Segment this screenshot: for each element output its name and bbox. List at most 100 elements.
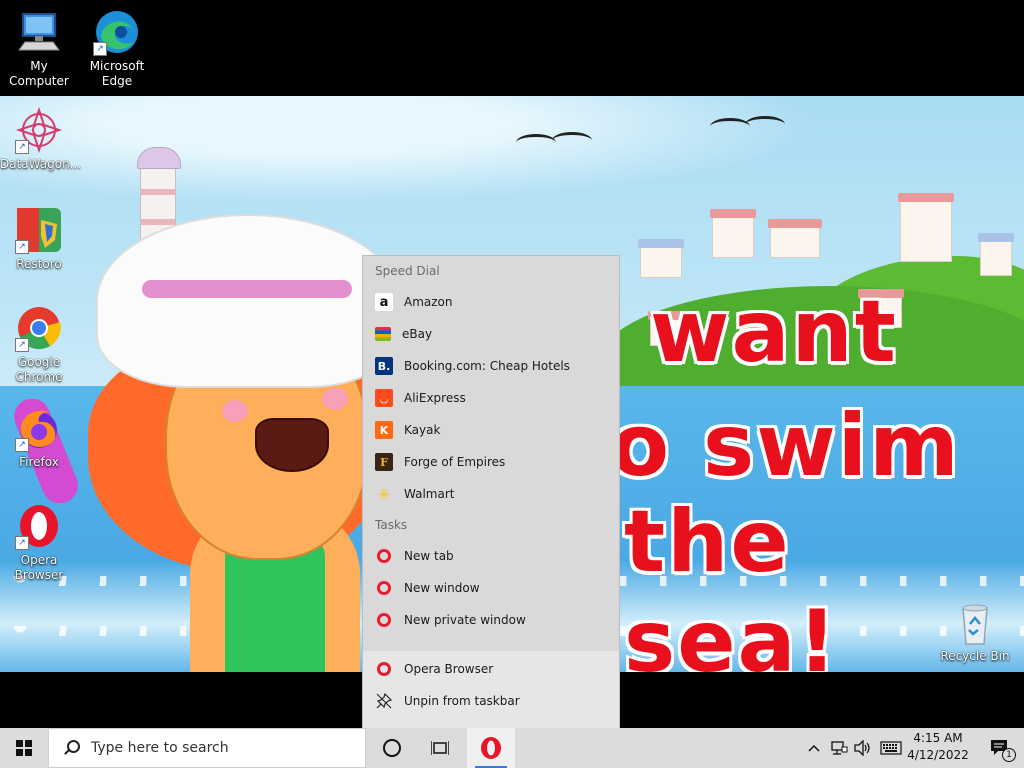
bird	[552, 132, 592, 149]
recycle-bin-icon	[951, 604, 999, 646]
desktop-icon-label: Recycle Bin	[940, 649, 1010, 663]
unpin-icon	[375, 692, 393, 710]
opera-icon	[481, 737, 501, 759]
speaker-icon	[854, 740, 870, 756]
bird	[710, 118, 750, 135]
taskbar-search-box[interactable]	[48, 728, 366, 768]
desktop-icon-firefox[interactable]: ↗ Firefox	[0, 404, 78, 470]
house	[978, 233, 1014, 276]
shortcut-arrow-icon: ↗	[93, 42, 107, 56]
desktop-icon-label: Restoro	[16, 257, 62, 271]
jumplist-task-new-private-window[interactable]: New private window	[363, 604, 619, 636]
show-hidden-icons-button[interactable]	[804, 728, 824, 768]
restoro-icon: ↗	[15, 206, 63, 254]
jumplist-item-booking[interactable]: B. Booking.com: Cheap Hotels	[363, 350, 619, 382]
network-button[interactable]	[828, 728, 850, 768]
jumplist-item-kayak[interactable]: K Kayak	[363, 414, 619, 446]
girl-cheek	[322, 388, 348, 410]
wallpaper-text-line1: want	[650, 282, 898, 382]
aliexpress-icon: ◡	[375, 389, 393, 407]
clock-date: 4/12/2022	[907, 748, 969, 762]
clock-time: 4:15 AM	[913, 731, 963, 745]
forge-of-empires-icon: F	[375, 453, 393, 471]
jumplist-item-label: Unpin from taskbar	[404, 694, 520, 708]
house	[710, 209, 756, 258]
desktop-icon-label: Opera Browser	[14, 553, 64, 582]
walmart-icon: ✳	[377, 484, 391, 504]
jumplist-task-new-tab[interactable]: New tab	[363, 540, 619, 572]
search-icon	[63, 740, 80, 756]
jumplist-item-amazon[interactable]: a Amazon	[363, 286, 619, 318]
shortcut-arrow-icon: ↗	[15, 240, 29, 254]
jumplist-item-forge-of-empires[interactable]: F Forge of Empires	[363, 446, 619, 478]
shortcut-arrow-icon: ↗	[15, 536, 29, 550]
jumplist-item-label: eBay	[402, 327, 433, 341]
shortcut-arrow-icon: ↗	[15, 438, 29, 452]
jumplist-item-label: New window	[404, 581, 480, 595]
monitor-icon	[15, 8, 63, 56]
action-center-button[interactable]: 1	[980, 728, 1020, 768]
notification-badge: 1	[1002, 748, 1016, 762]
chevron-up-icon	[808, 744, 820, 752]
jumplist-item-ebay[interactable]: eBay	[363, 318, 619, 350]
ebay-icon	[375, 327, 391, 341]
desktop-icon-restoro[interactable]: ↗ Restoro	[0, 206, 78, 272]
jumplist-app-section: Opera Browser Unpin from taskbar	[363, 651, 619, 729]
start-button[interactable]	[0, 728, 48, 768]
desktop-icon-recycle-bin[interactable]: Recycle Bin	[936, 604, 1014, 664]
windows-logo-icon	[16, 740, 32, 756]
speed-dial-header: Speed Dial	[375, 264, 440, 278]
opera-icon	[375, 611, 393, 629]
cortana-icon	[383, 739, 401, 757]
wallpaper-text-line2: o swim	[610, 396, 961, 496]
jumplist-item-label: AliExpress	[404, 391, 466, 405]
shortcut-arrow-icon: ↗	[15, 140, 29, 154]
house	[768, 219, 822, 258]
house	[898, 193, 954, 262]
booking-icon: B.	[375, 357, 393, 375]
girl-mouth	[255, 418, 329, 472]
network-icon	[831, 741, 848, 755]
jumplist-open-opera[interactable]: Opera Browser	[363, 653, 619, 685]
jumplist-task-new-window[interactable]: New window	[363, 572, 619, 604]
jumplist-item-label: Walmart	[404, 487, 455, 501]
task-view-icon	[431, 741, 449, 755]
jumplist-item-label: New private window	[404, 613, 526, 627]
desktop-icon-microsoft-edge[interactable]: ↗ Microsoft Edge	[78, 8, 156, 89]
bird	[516, 134, 556, 151]
desktop-icon-label: Microsoft Edge	[89, 59, 145, 88]
girl-hat-band	[142, 280, 352, 298]
desktop-icon-datawagon[interactable]: ↗ DataWagon...	[0, 106, 82, 172]
taskbar: 4:15 AM 4/12/2022 1	[0, 728, 1024, 768]
task-view-button[interactable]	[416, 728, 464, 768]
edge-icon: ↗	[93, 8, 141, 56]
jumplist-item-label: Forge of Empires	[404, 455, 506, 469]
jumplist-unpin-from-taskbar[interactable]: Unpin from taskbar	[363, 685, 619, 717]
desktop-icon-label: Google Chrome	[15, 355, 63, 384]
desktop-icon-label: DataWagon...	[0, 157, 82, 171]
taskbar-opera-button[interactable]	[467, 728, 515, 768]
opera-icon	[375, 579, 393, 597]
kayak-icon: K	[375, 421, 393, 439]
search-input[interactable]	[89, 739, 353, 757]
bird	[745, 116, 785, 133]
jumplist-item-label: Amazon	[404, 295, 453, 309]
girl-cheek	[222, 400, 248, 422]
opera-jump-list: Speed Dial a Amazon eBay B. Booking.com:…	[362, 255, 620, 729]
jumplist-item-label: New tab	[404, 549, 454, 563]
opera-icon: ↗	[15, 502, 63, 550]
opera-icon	[375, 547, 393, 565]
jumplist-item-aliexpress[interactable]: ◡ AliExpress	[363, 382, 619, 414]
jumplist-item-walmart[interactable]: ✳ Walmart	[363, 478, 619, 510]
tasks-header: Tasks	[375, 518, 408, 532]
desktop-icon-my-computer[interactable]: My Computer	[0, 8, 78, 89]
desktop-icon-google-chrome[interactable]: ↗ Google Chrome	[0, 304, 78, 385]
shortcut-arrow-icon: ↗	[15, 338, 29, 352]
volume-button[interactable]	[852, 728, 874, 768]
firefox-icon: ↗	[15, 404, 63, 452]
desktop-icon-opera-browser[interactable]: ↗ Opera Browser	[0, 502, 78, 583]
taskbar-clock[interactable]: 4:15 AM 4/12/2022	[898, 730, 978, 764]
cortana-button[interactable]	[368, 728, 416, 768]
amazon-icon: a	[375, 293, 393, 311]
jumplist-item-label: Kayak	[404, 423, 441, 437]
